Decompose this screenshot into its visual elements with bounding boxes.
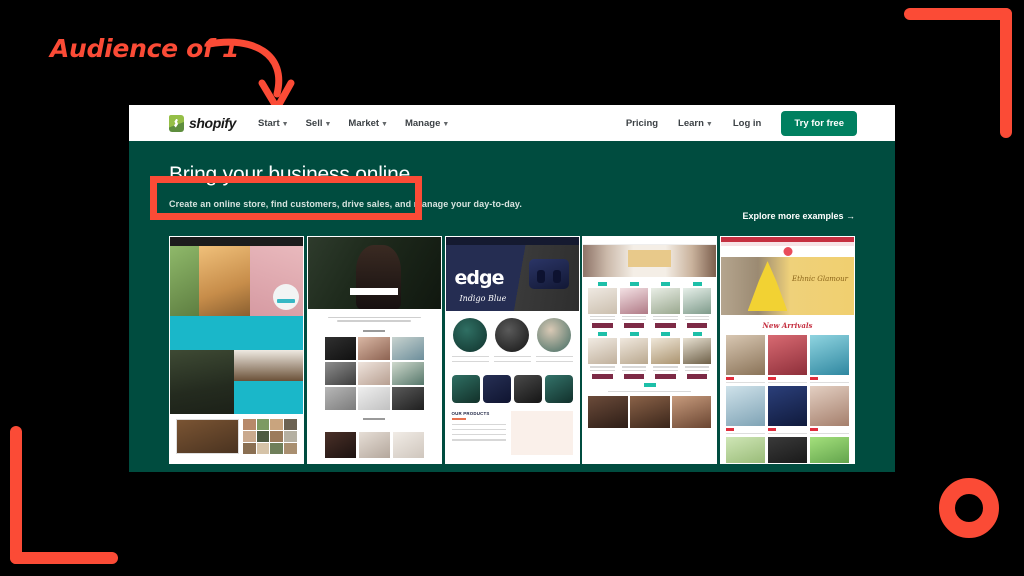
our-products-heading: OUR PRODUCTS xyxy=(451,411,490,417)
nav-item-pricing[interactable]: Pricing xyxy=(626,118,658,129)
hero-title: Bring your business online xyxy=(169,163,411,186)
mini-hero: edge Indigo Blue xyxy=(445,245,579,312)
ring-shape-icon xyxy=(939,478,999,538)
mini-body xyxy=(307,309,441,464)
store-thumbnail[interactable]: edge Indigo Blue OUR PRODUCTS xyxy=(444,236,580,465)
bracket-horizontal-bar xyxy=(904,8,1012,20)
shopify-bag-icon xyxy=(169,114,184,132)
chevron-down-icon: ▼ xyxy=(324,120,332,128)
explore-more-examples-link[interactable]: Explore more examples → xyxy=(742,211,855,221)
chevron-down-icon: ▼ xyxy=(442,120,450,128)
mini-navbar xyxy=(721,246,854,258)
ethnic-glamour-text: Ethnic Glamour xyxy=(791,275,848,284)
mini-navbar xyxy=(445,237,579,246)
mini-hero xyxy=(583,245,717,278)
shopify-wordmark: shopify xyxy=(189,115,236,131)
nav-item-sell[interactable]: Sell ▼ xyxy=(306,118,332,129)
example-card-fashion[interactable]: Ethnic Glamour New Arrivals xyxy=(720,236,855,472)
bracket-horizontal-bar xyxy=(10,552,118,564)
edge-brand-logo: edge xyxy=(454,267,505,290)
edge-tagline: Indigo Blue xyxy=(459,294,507,304)
secondary-nav: Pricing Learn ▼ Log in Try for free xyxy=(626,110,857,136)
mini-footer xyxy=(170,414,303,460)
mini-navbar xyxy=(583,237,717,246)
shopify-homepage-screenshot: shopify Start ▼ Sell ▼ Market ▼ Manage ▼ Pri… xyxy=(129,105,895,472)
bracket-vertical-bar xyxy=(1000,8,1012,138)
corner-bracket-top-right-icon xyxy=(904,8,1012,138)
store-thumbnail[interactable] xyxy=(582,236,718,465)
nav-item-learn[interactable]: Learn ▼ xyxy=(678,118,713,129)
nav-item-label: Start xyxy=(257,117,280,129)
mini-image-grid xyxy=(170,350,303,415)
nav-item-label: Market xyxy=(348,117,380,129)
example-card-food-drink[interactable]: FOOD & DRINK Shop Fresh xyxy=(169,236,304,472)
chevron-down-icon: ▼ xyxy=(281,120,289,128)
example-card-beauty[interactable]: BEAUTY Glow xyxy=(582,236,718,472)
shopify-logo[interactable]: shopify xyxy=(169,114,236,132)
store-thumbnail[interactable]: Ethnic Glamour New Arrivals xyxy=(720,236,855,465)
nav-item-label: Manage xyxy=(404,117,441,129)
try-for-free-button[interactable]: Try for free xyxy=(781,110,857,136)
mini-section-title: New Arrivals xyxy=(762,321,813,331)
chevron-down-icon: ▼ xyxy=(705,120,713,128)
mini-text-band xyxy=(170,316,303,351)
nav-item-market[interactable]: Market ▼ xyxy=(348,118,388,129)
mini-body xyxy=(583,277,717,429)
nav-item-start[interactable]: Start ▼ xyxy=(258,118,289,129)
examples-card-row: FOOD & DRINK Shop Fresh xyxy=(129,236,895,472)
primary-nav: Start ▼ Sell ▼ Market ▼ Manage ▼ xyxy=(258,118,466,129)
hero-subtitle: Create an online store, find customers, … xyxy=(169,199,522,210)
chevron-down-icon: ▼ xyxy=(381,120,388,128)
earbuds-case-image xyxy=(528,259,569,290)
mini-body: OUR PRODUCTS xyxy=(445,311,579,464)
nav-item-login[interactable]: Log in xyxy=(733,118,762,129)
mini-body: New Arrivals xyxy=(721,315,854,464)
nav-item-label: Learn xyxy=(678,117,704,129)
mini-navbar xyxy=(170,237,303,247)
corner-bracket-bottom-left-icon xyxy=(10,426,118,564)
example-card-jewelry[interactable]: JEWELRY Handmade xyxy=(306,236,442,472)
mini-hero xyxy=(307,237,441,310)
screenshot-stage: Audience of 1 shopify Start ▼ Sell ▼ Marke… xyxy=(0,0,1024,576)
mini-hero xyxy=(170,246,303,317)
store-thumbnail[interactable] xyxy=(306,236,442,465)
store-thumbnail[interactable] xyxy=(169,236,304,465)
nav-item-manage[interactable]: Manage ▼ xyxy=(405,118,449,129)
bracket-vertical-bar xyxy=(10,426,22,564)
hero-section: Bring your business online Create an onl… xyxy=(129,141,895,221)
mini-hero: Ethnic Glamour xyxy=(721,257,854,316)
example-card-electronics[interactable]: edge Indigo Blue OUR PRODUCTS xyxy=(444,236,580,472)
nav-item-label: Sell xyxy=(305,117,323,129)
site-navbar: shopify Start ▼ Sell ▼ Market ▼ Manage ▼ Pri… xyxy=(129,105,895,141)
